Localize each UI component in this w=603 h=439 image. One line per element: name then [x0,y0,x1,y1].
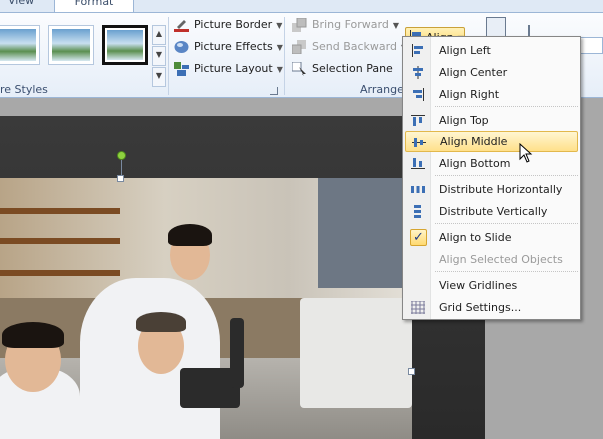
menu-item-align-bottom[interactable]: Align Bottom [405,153,578,174]
menu-separator [435,271,578,272]
dropdown-arrow-icon: ▼ [276,65,283,74]
menu-separator [435,175,578,176]
menu-separator [435,223,578,224]
menu-item-label: Align Bottom [439,157,511,170]
picture-effects-label: Picture Effects [194,40,273,53]
resize-handle-right[interactable] [408,368,415,375]
picture-border-label: Picture Border [194,18,273,31]
menu-item-align-middle[interactable]: Align Middle [405,131,578,152]
menu-item-view-gridlines[interactable]: View Gridlines [405,275,578,296]
group-divider [284,17,285,95]
dialog-launcher-icon[interactable] [270,87,278,95]
arrange-group-label: Arrange [360,83,404,96]
picture-border-button[interactable]: Picture Border ▼ [174,15,282,35]
group-divider [168,17,169,95]
menu-item-label: View Gridlines [439,279,518,292]
mouse-cursor-icon [519,143,533,163]
menu-separator [435,106,578,107]
menu-item-align-top[interactable]: Align Top [405,110,578,131]
grid-icon [411,301,425,314]
distribute-vertical-icon [414,205,421,218]
selection-pane-icon [292,62,306,76]
menu-item-label: Grid Settings... [439,301,522,314]
menu-item-align-right[interactable]: Align Right [405,84,578,105]
align-middle-icon [412,138,426,147]
selection-pane-button[interactable]: Selection Pane [292,59,393,79]
menu-item-label: Align Middle [440,135,508,148]
align-bottom-icon [411,158,425,169]
menu-item-label: Distribute Horizontally [439,183,563,196]
menu-item-align-center[interactable]: Align Center [405,62,578,83]
align-left-icon [412,44,423,57]
picture-style-thumb-3[interactable] [102,25,148,65]
align-right-icon [413,88,424,101]
align-top-icon [411,115,425,126]
menu-item-align-to-slide[interactable]: ✓ Align to Slide [405,227,578,248]
bring-forward-icon [292,18,307,32]
menu-item-grid-settings[interactable]: Grid Settings... [405,297,578,318]
send-backward-icon [292,40,306,54]
picture-layout-button[interactable]: Picture Layout ▼ [174,59,283,79]
powerpoint-window: View Format ▲ ▼ ▼ re Styles Picture Bord… [0,0,603,439]
menu-item-align-left[interactable]: Align Left [405,40,578,61]
menu-item-label: Align to Slide [439,231,512,244]
gallery-down-icon[interactable]: ▼ [152,46,166,66]
picture-style-thumb-1[interactable] [0,25,40,65]
picture-effects-button[interactable]: Picture Effects ▼ [174,37,283,57]
picture-layout-icon [174,62,189,76]
dropdown-arrow-icon: ▼ [392,21,399,30]
gallery-up-icon[interactable]: ▲ [152,25,166,45]
menu-item-label: Align Right [439,88,500,101]
gallery-more-icon[interactable]: ▼ [152,67,166,87]
dropdown-arrow-icon: ▼ [276,21,283,30]
menu-item-label: Align Center [439,66,508,79]
menu-item-label: Distribute Vertically [439,205,548,218]
picture-effects-icon [174,41,189,53]
menu-item-label: Align Top [439,114,489,127]
resize-handle-top[interactable] [117,175,124,182]
picture-layout-label: Picture Layout [194,62,273,75]
ribbon-tab-strip: View Format [0,0,603,12]
align-center-icon [413,66,423,79]
distribute-horizontal-icon [411,186,425,193]
selection-pane-label: Selection Pane [312,62,393,75]
menu-item-label: Align Left [439,44,491,57]
menu-item-distribute-horizontally[interactable]: Distribute Horizontally [405,179,578,200]
tab-view[interactable]: View [0,0,44,12]
rotation-handle[interactable] [117,151,126,160]
align-dropdown-menu: Align Left Align Center Align Right Alig… [402,36,581,320]
checkmark-icon: ✓ [410,229,427,246]
picture-style-thumb-2[interactable] [48,25,94,65]
picture-styles-group-label: re Styles [0,83,48,96]
picture-border-icon [174,20,189,32]
menu-item-distribute-vertically[interactable]: Distribute Vertically [405,201,578,222]
menu-item-align-selected-objects[interactable]: Align Selected Objects [405,249,578,270]
bring-forward-button[interactable]: Bring Forward ▼ [292,15,399,35]
send-backward-button[interactable]: Send Backward▼ [292,37,407,57]
tab-format[interactable]: Format [54,0,134,12]
bring-forward-label: Bring Forward [312,18,389,31]
menu-item-label: Align Selected Objects [439,253,563,266]
send-backward-label: Send Backward [312,40,397,53]
dropdown-arrow-icon: ▼ [276,43,283,52]
lab-photo[interactable] [0,178,412,439]
gallery-scroll[interactable]: ▲ ▼ ▼ [152,25,166,89]
